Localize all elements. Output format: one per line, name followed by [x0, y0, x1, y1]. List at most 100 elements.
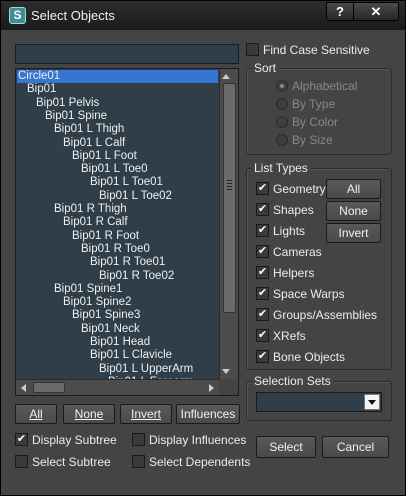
sort-by-color-label: By Color: [292, 115, 339, 129]
tree-item-label: Bip01 Spine3: [72, 309, 141, 322]
sort-alphabetical-label: Alphabetical: [292, 79, 358, 93]
sort-by-type-label: By Type: [292, 97, 336, 111]
tree-item[interactable]: Bip01 L Foot: [17, 150, 137, 163]
list-type-checkbox[interactable]: ✔: [256, 287, 269, 300]
close-button[interactable]: ✕: [353, 2, 399, 21]
window-title: Select Objects: [31, 8, 115, 23]
help-button[interactable]: ?: [326, 2, 354, 21]
list-types-none-button[interactable]: None: [326, 201, 381, 221]
list-type-checkbox[interactable]: ✔: [256, 224, 269, 237]
list-type-label: Helpers: [273, 266, 315, 280]
list-type-label: Cameras: [273, 245, 322, 259]
tree-item-label: Bip01 R Toe01: [90, 256, 166, 269]
horizontal-scrollbar[interactable]: [16, 379, 238, 395]
display-influences-checkbox[interactable]: [132, 433, 145, 446]
list-type-checkbox[interactable]: ✔: [256, 329, 269, 342]
tree-item[interactable]: Bip01 Spine2: [17, 296, 131, 309]
sort-alphabetical-radio[interactable]: [276, 80, 288, 92]
tree-item[interactable]: Bip01 L Toe0: [17, 163, 148, 176]
tree-item-label: Bip01 Spine2: [63, 296, 132, 309]
tree-item[interactable]: Bip01: [17, 83, 56, 96]
list-type-label: Space Warps: [273, 287, 345, 301]
list-type-checkbox[interactable]: ✔: [256, 203, 269, 216]
scroll-down-arrow-icon[interactable]: [222, 369, 230, 374]
dialog-body: Circle01 Bip01 Bip01 Pelvis Bip01 Spine Bip0…: [4, 30, 402, 493]
select-dependents-label: Select Dependents: [149, 455, 251, 469]
list-type-checkbox[interactable]: ✔: [256, 350, 269, 363]
tree-item-label: Bip01 L Thigh: [54, 123, 125, 136]
tree-item[interactable]: Bip01 L Calf: [17, 137, 125, 150]
selection-sets-dropdown[interactable]: [256, 392, 382, 412]
list-type-checkbox[interactable]: ✔: [256, 266, 269, 279]
tree-item[interactable]: Bip01 L Clavicle: [17, 349, 172, 362]
list-type-checkbox[interactable]: ✔: [256, 182, 269, 195]
tree-item-label: Bip01 R Calf: [63, 216, 128, 229]
tree-item[interactable]: Bip01 Pelvis: [17, 97, 99, 110]
tree-item[interactable]: Bip01 R Calf: [17, 216, 128, 229]
list-type-checkbox[interactable]: ✔: [256, 308, 269, 321]
select-dependents-checkbox[interactable]: [132, 455, 145, 468]
display-subtree-checkbox[interactable]: ✔: [15, 433, 28, 446]
sort-by-color-radio[interactable]: [276, 116, 288, 128]
list-types-all-button[interactable]: All: [326, 179, 381, 199]
tree-item[interactable]: Bip01 Spine3: [17, 309, 140, 322]
name-filter-input[interactable]: [15, 44, 239, 64]
select-objects-dialog: S Select Objects ? ✕ Circle01 Bip01 Bip01 …: [0, 0, 406, 496]
find-case-sensitive-checkbox[interactable]: [246, 43, 259, 56]
find-case-sensitive-label: Find Case Sensitive: [263, 43, 370, 57]
scroll-up-arrow-icon[interactable]: [222, 74, 230, 79]
chevron-down-icon[interactable]: [364, 394, 380, 410]
tree-item[interactable]: Bip01 R Thigh: [17, 203, 127, 216]
vertical-scroll-thumb[interactable]: [223, 83, 236, 313]
tree-item-label: Bip01 L Toe01: [90, 176, 163, 189]
tree-item[interactable]: Bip01 Spine: [17, 110, 107, 123]
tree-item[interactable]: Bip01 R Toe02: [17, 270, 174, 283]
sort-by-size-radio[interactable]: [276, 134, 288, 146]
scroll-left-arrow-icon[interactable]: [21, 384, 26, 392]
select-all-button[interactable]: All: [15, 404, 57, 424]
scroll-right-arrow-icon[interactable]: [209, 384, 214, 392]
tree-item[interactable]: Bip01 L Toe02: [17, 190, 172, 203]
vertical-scrollbar[interactable]: [219, 69, 238, 379]
tree-item-label: Bip01 L Foot: [72, 149, 137, 162]
select-subtree-label: Select Subtree: [32, 455, 111, 469]
title-bar[interactable]: S Select Objects ? ✕: [1, 1, 405, 30]
select-button[interactable]: Select: [256, 436, 316, 458]
sort-by-size-label: By Size: [292, 133, 333, 147]
cancel-button[interactable]: Cancel: [322, 436, 389, 458]
list-type-label: Groups/Assemblies: [273, 308, 378, 322]
tree-item[interactable]: Bip01 Head: [17, 336, 150, 349]
tree-item[interactable]: Bip01 Spine1: [17, 283, 122, 296]
display-influences-label: Display Influences: [149, 433, 247, 447]
tree-item[interactable]: Bip01 R Toe01: [17, 256, 165, 269]
tree-item-label: Bip01 L Calf: [63, 136, 126, 149]
tree-item[interactable]: Bip01 Neck: [17, 323, 140, 336]
tree-item[interactable]: Bip01 R Foot: [17, 230, 139, 243]
invert-selection-button[interactable]: Invert: [120, 404, 172, 424]
select-none-button[interactable]: None: [63, 404, 115, 424]
tree-item-label: Bip01 L Toe02: [99, 189, 172, 202]
sort-by-type-radio[interactable]: [276, 98, 288, 110]
object-list[interactable]: Circle01 Bip01 Bip01 Pelvis Bip01 Spine Bip0…: [15, 68, 239, 396]
list-type-checkbox[interactable]: ✔: [256, 245, 269, 258]
list-type-label: Lights: [273, 224, 306, 238]
tree-item-label: Bip01 L UpperArm: [99, 362, 194, 375]
sort-group-title: Sort: [251, 61, 280, 75]
list-types-invert-button[interactable]: Invert: [326, 223, 381, 243]
tree-item-label: Circle01: [18, 70, 61, 82]
horizontal-scroll-thumb[interactable]: [33, 382, 65, 393]
tree-item-label: Bip01 R Thigh: [54, 203, 127, 215]
tree-item[interactable]: Bip01 L UpperArm: [17, 363, 193, 376]
list-type-label: Shapes: [273, 203, 314, 217]
select-subtree-checkbox[interactable]: [15, 455, 28, 468]
display-subtree-label: Display Subtree: [32, 433, 117, 447]
tree-item[interactable]: Bip01 R Toe0: [17, 243, 150, 256]
tree-item[interactable]: Circle01: [17, 70, 218, 83]
app-logo-icon: S: [9, 7, 26, 24]
influences-button[interactable]: Influences: [176, 404, 240, 424]
tree-item-label: Bip01 Spine1: [54, 282, 123, 295]
list-type-label: Bone Objects: [273, 350, 346, 364]
tree-item[interactable]: Bip01 L Thigh: [17, 123, 124, 136]
tree-item[interactable]: Bip01 L Toe01: [17, 176, 163, 189]
tree-item-label: Bip01: [27, 83, 57, 96]
